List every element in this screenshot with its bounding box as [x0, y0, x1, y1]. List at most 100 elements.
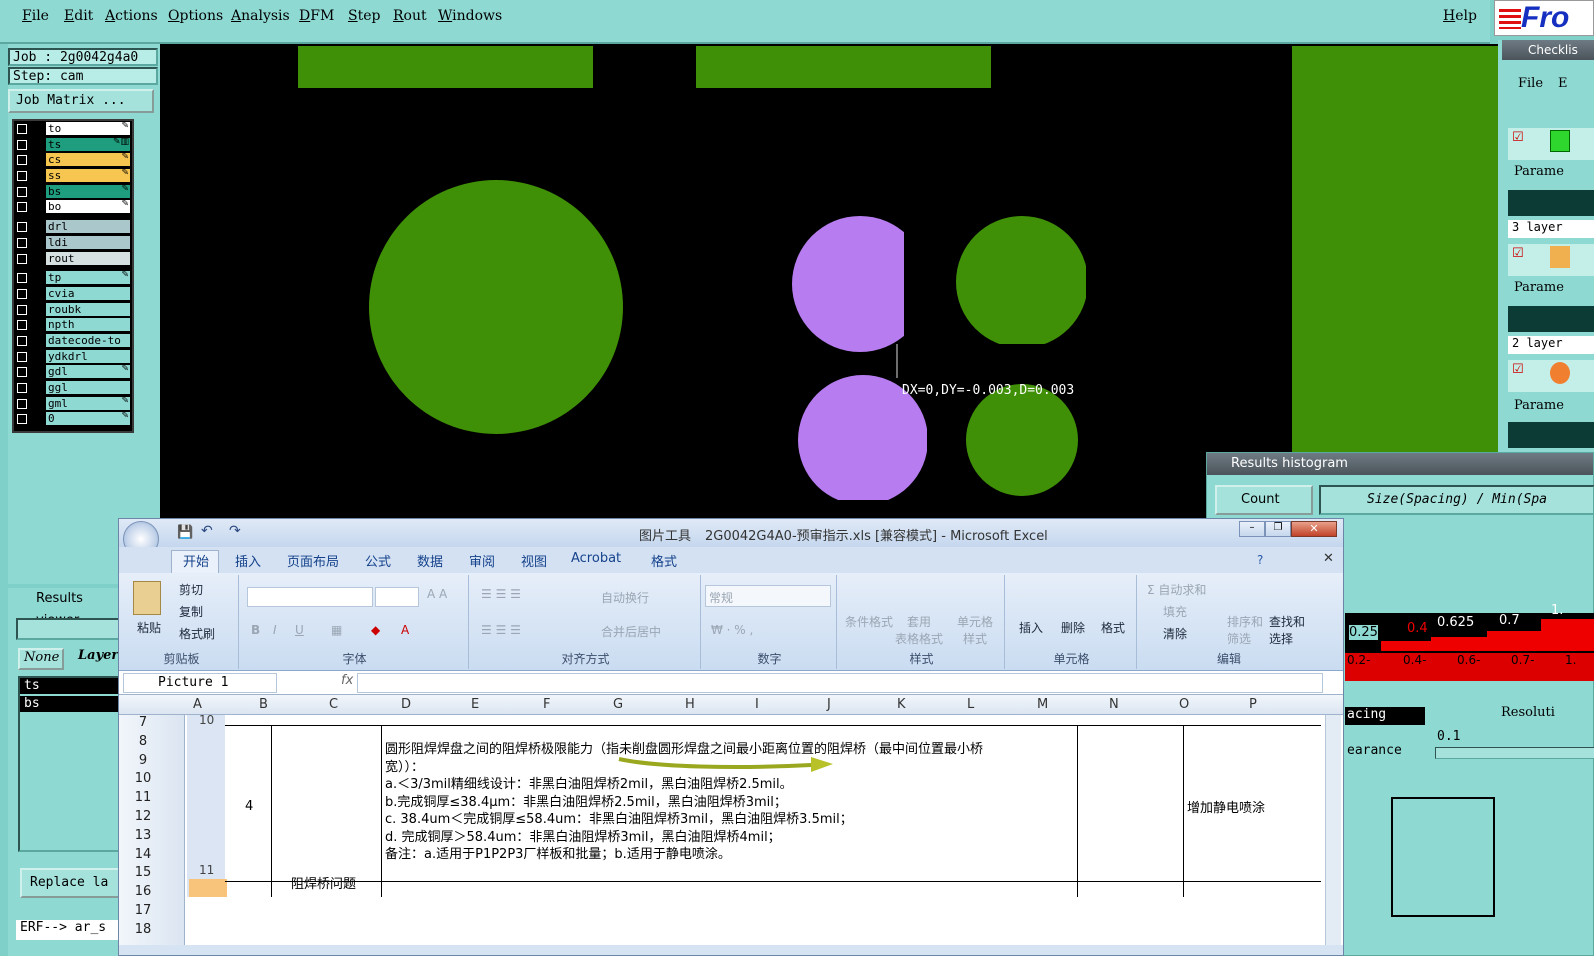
list-item[interactable]: bs	[20, 696, 124, 712]
resolution-slider[interactable]	[1435, 747, 1594, 759]
row-header[interactable]: 16	[119, 884, 167, 899]
menu-windows[interactable]: Windows	[438, 8, 502, 24]
menu-actions[interactable]: Actions	[105, 8, 158, 24]
row-header[interactable]: 9	[119, 753, 167, 768]
row-header[interactable]: 12	[119, 809, 167, 824]
cell-style-button[interactable]: 单元格 样式	[957, 613, 993, 647]
list-item[interactable]: ts	[20, 678, 124, 694]
column-header[interactable]: D	[401, 697, 411, 712]
cut-button[interactable]: 剪切	[179, 581, 203, 598]
layer-row[interactable]: 0 ✎	[14, 411, 132, 428]
layer-checkbox[interactable]	[17, 253, 27, 264]
job-matrix-button[interactable]: Job Matrix ...	[8, 89, 154, 113]
sort-filter-button[interactable]: 排序和 筛选	[1227, 613, 1263, 647]
column-header[interactable]: O	[1179, 697, 1189, 712]
check-row-1[interactable]: ☑	[1508, 128, 1594, 160]
layer-checkbox[interactable]	[17, 414, 27, 425]
layer-checkbox[interactable]	[17, 155, 27, 166]
layer-row[interactable]: gml ✎	[14, 396, 132, 412]
layer-checkbox[interactable]	[17, 335, 27, 346]
layer-row[interactable]: cs ✎	[14, 152, 132, 169]
tab-format[interactable]: 格式	[651, 551, 677, 570]
menu-dfm[interactable]: DFM	[299, 8, 334, 24]
layer-checkbox[interactable]	[17, 351, 27, 362]
close-button[interactable]: ✕	[1291, 521, 1337, 537]
row-header[interactable]: 14	[119, 847, 167, 862]
tab-view[interactable]: 视图	[521, 551, 547, 570]
column-header[interactable]: C	[329, 697, 338, 712]
layer-checkbox[interactable]	[17, 202, 27, 213]
ribbon-close-icon[interactable]: ✕	[1323, 551, 1334, 566]
layer-checkbox[interactable]	[17, 304, 27, 315]
column-header[interactable]: P	[1249, 697, 1257, 712]
column-header[interactable]: F	[543, 697, 550, 712]
menu-file[interactable]: File	[22, 8, 49, 24]
tab-insert[interactable]: 插入	[235, 551, 261, 570]
param-buttons-3[interactable]	[1508, 422, 1594, 448]
checklist-file-menu[interactable]: File	[1518, 76, 1543, 91]
column-header[interactable]: I	[755, 697, 759, 712]
column-header[interactable]: A	[193, 697, 202, 712]
bold-icon[interactable]: B	[251, 623, 260, 637]
column-header[interactable]: G	[613, 697, 623, 712]
menu-step[interactable]: Step	[348, 8, 380, 24]
layer-row[interactable]: npth	[14, 317, 132, 333]
minimize-button[interactable]: –	[1239, 521, 1265, 537]
clear-button[interactable]: 清除	[1163, 625, 1187, 642]
vertical-scrollbar[interactable]	[1325, 715, 1341, 945]
format-cells-button[interactable]: 格式	[1101, 619, 1125, 636]
worksheet[interactable]: 7 8 9 10 11 12 13 14 15 16 17 18 10 11 4 阻焊桥问题 增加静电…	[119, 713, 1343, 945]
restore-button[interactable]: ❐	[1265, 521, 1291, 537]
layer-checkbox[interactable]	[17, 124, 27, 134]
row-header[interactable]: 13	[119, 828, 167, 843]
layer-checkbox[interactable]	[17, 273, 27, 284]
row-header[interactable]: 7	[119, 715, 167, 730]
layer-checkbox[interactable]	[17, 237, 27, 248]
column-header[interactable]: M	[1037, 697, 1048, 712]
layer-checkbox[interactable]	[17, 222, 27, 233]
layer-row[interactable]: bo ✎	[14, 199, 132, 216]
fill-button[interactable]: 填充	[1163, 603, 1187, 620]
row-header[interactable]: 10	[119, 771, 167, 786]
layer-row[interactable]: ss ✎	[14, 168, 132, 184]
column-header[interactable]: H	[685, 697, 695, 712]
table-format-button[interactable]: 套用 表格格式	[895, 613, 943, 647]
menu-rout[interactable]: Rout	[393, 8, 427, 24]
paste-button[interactable]: 粘贴	[137, 619, 161, 636]
fill-color-icon[interactable]: ◆	[371, 623, 380, 637]
graphic-canvas[interactable]: DX=0,DY=-0.003,D=0.003	[160, 44, 1498, 520]
name-box[interactable]: Picture 1	[123, 673, 277, 693]
param-buttons-2[interactable]	[1508, 306, 1594, 332]
align-left-icon[interactable]: ☰ ☰ ☰	[481, 623, 521, 637]
layer-checkbox[interactable]	[17, 398, 27, 409]
layer-row[interactable]: bs ✎	[14, 184, 132, 200]
layer-row[interactable]: cvia	[14, 286, 132, 302]
menu-analysis[interactable]: Analysis	[231, 8, 290, 24]
conditional-format-button[interactable]: 条件格式	[845, 613, 893, 630]
column-header[interactable]: N	[1109, 697, 1119, 712]
none-button[interactable]: None	[18, 648, 64, 670]
autosum-button[interactable]: Σ 自动求和	[1147, 581, 1206, 598]
layer-row[interactable]: ts ✎▥	[14, 137, 132, 153]
row-header[interactable]: 11	[119, 790, 167, 805]
align-top-icon[interactable]: ☰ ☰ ☰	[481, 587, 521, 601]
layer-row[interactable]: to ✎	[14, 121, 132, 137]
font-color-icon[interactable]: A	[401, 623, 409, 637]
row-header[interactable]: 17	[119, 903, 167, 918]
wrap-text-button[interactable]: 自动换行	[601, 589, 649, 606]
tab-review[interactable]: 审阅	[469, 551, 495, 570]
save-icon[interactable]: 💾	[177, 525, 193, 540]
merge-center-button[interactable]: 合并后居中	[601, 623, 661, 640]
copy-button[interactable]: 复制	[179, 603, 203, 620]
menu-help[interactable]: Help	[1443, 8, 1477, 24]
tab-home[interactable]: 开始	[183, 551, 209, 570]
currency-icon[interactable]: ₩ · % ,	[711, 623, 753, 637]
layer-row[interactable]: ggl	[14, 380, 132, 396]
layer-row[interactable]: gdl ✎	[14, 364, 132, 380]
size-spacing-option[interactable]: Size(Spacing) / Min(Spa	[1319, 485, 1594, 515]
layer-checkbox[interactable]	[17, 288, 27, 299]
item-number-cell[interactable]: 4	[245, 799, 253, 814]
layer-checkbox[interactable]	[17, 139, 27, 150]
layer-checkbox[interactable]	[17, 320, 27, 331]
fx-icon[interactable]: fx	[341, 673, 353, 688]
